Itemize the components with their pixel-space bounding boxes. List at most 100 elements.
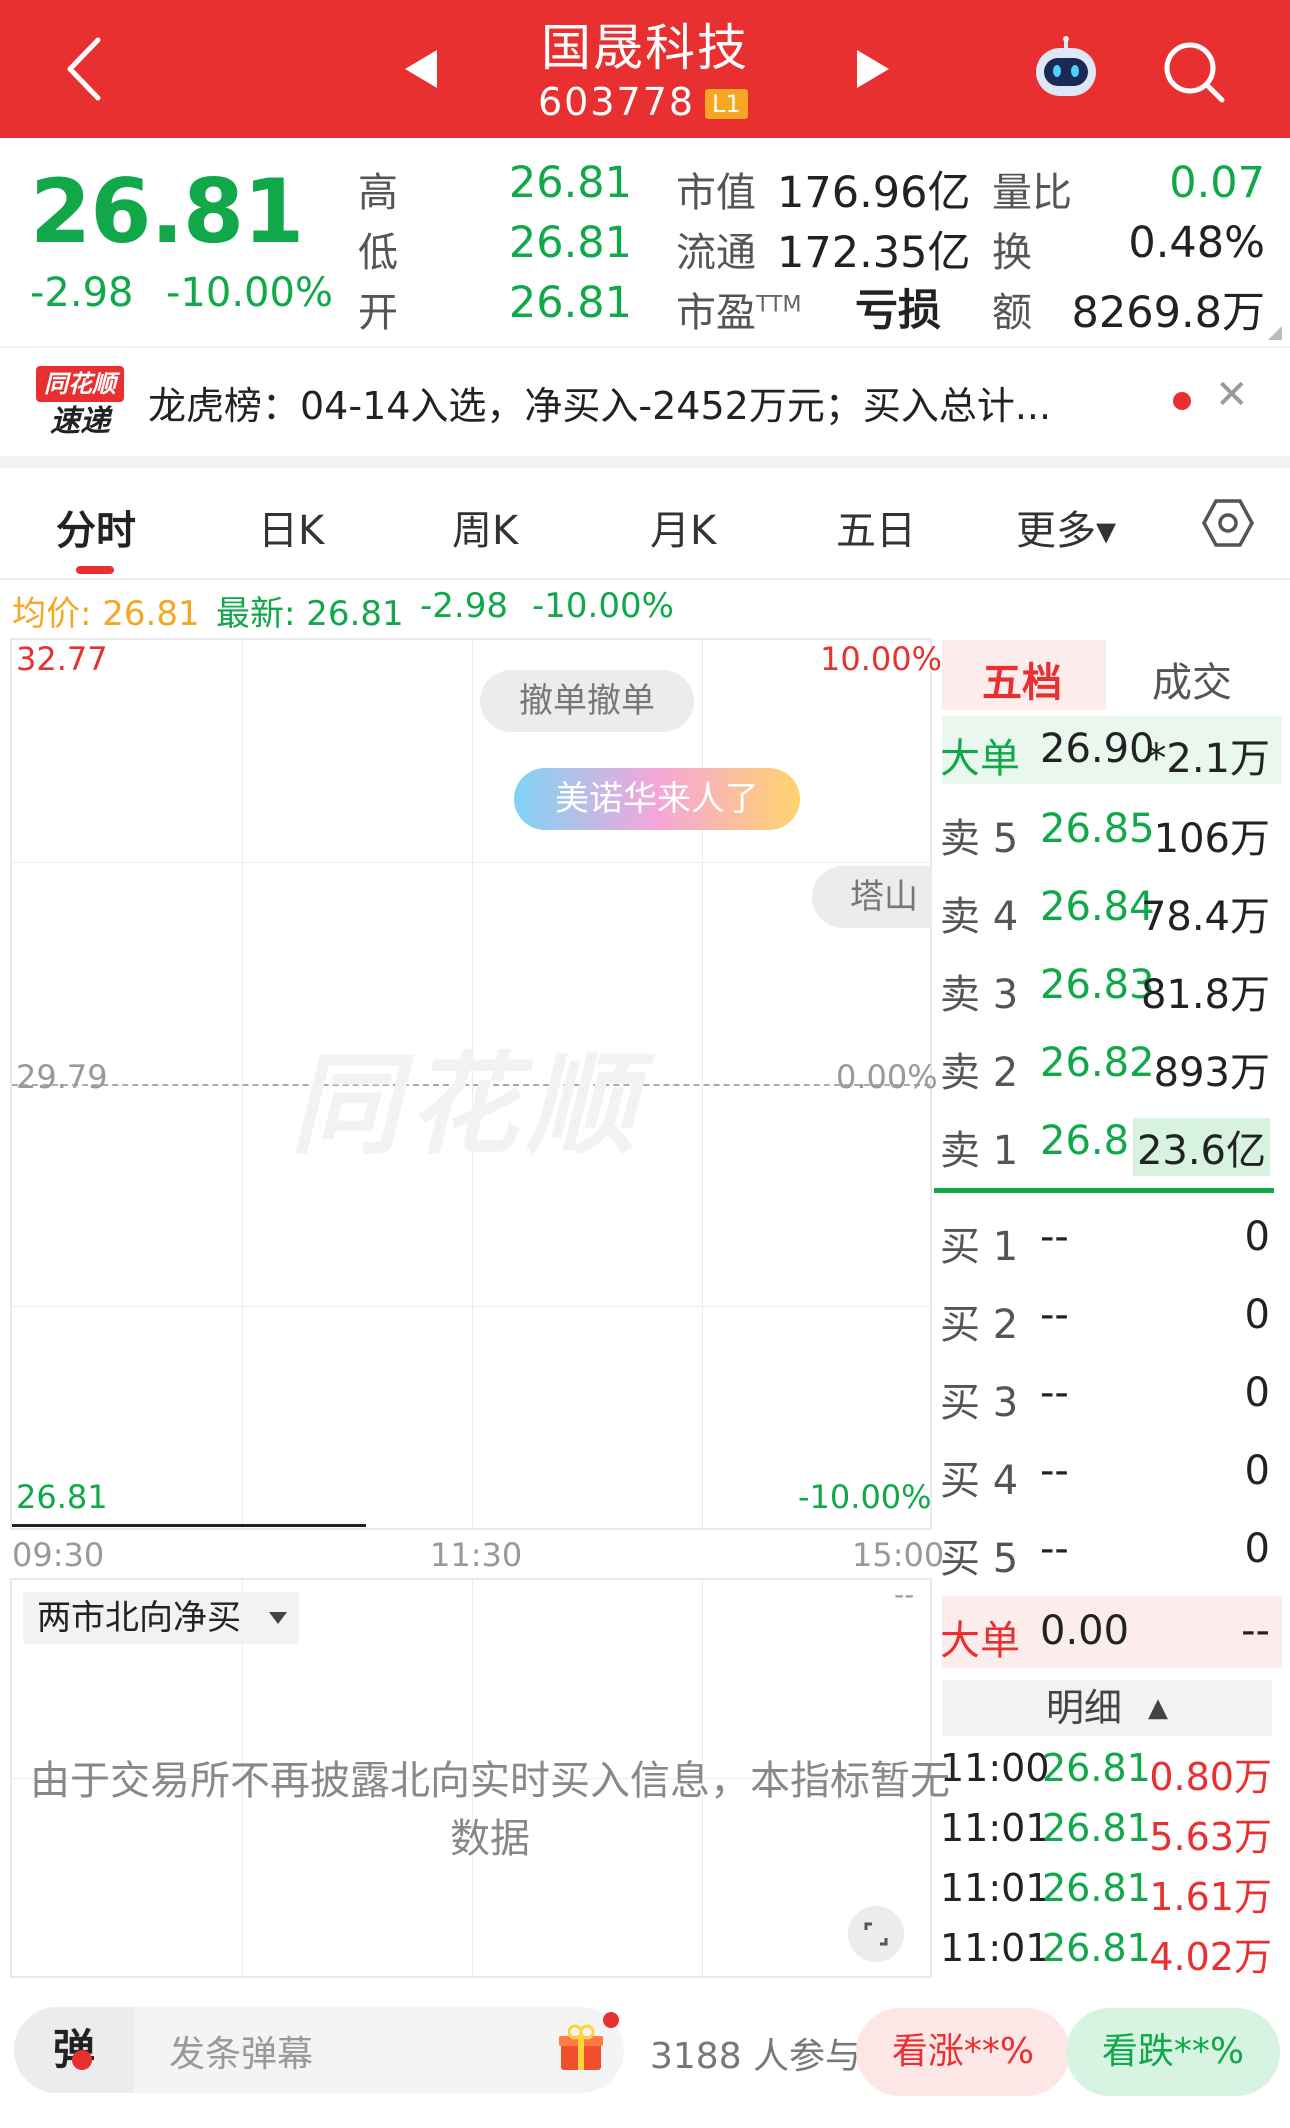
fullscreen-icon[interactable] (848, 1906, 904, 1962)
buy-price: -- (1040, 1370, 1069, 1416)
pe-label: 市盈TTM (676, 280, 801, 338)
close-icon[interactable]: ✕ (1215, 372, 1249, 418)
buy-price: -- (1040, 1214, 1069, 1260)
high-label: 高 (358, 170, 398, 216)
sell-price: 26.84 (1040, 884, 1155, 930)
y-mid-label: 29.79 (16, 1058, 108, 1096)
danmaku-bubble[interactable]: 撤单撤单 (480, 670, 694, 732)
danmaku-badge (72, 2050, 92, 2070)
big-sell-price: 26.90 (1040, 726, 1155, 772)
danmaku-input[interactable]: 弹 发条弹幕 (14, 2007, 624, 2093)
amount-value: 8269.8万 (1071, 288, 1265, 338)
buy-price: -- (1040, 1292, 1069, 1338)
robot-assistant-icon[interactable] (1030, 36, 1102, 102)
pct-bottom-label: -10.00% (798, 1478, 932, 1516)
expand-corner-icon[interactable] (1268, 326, 1282, 340)
buy-vol: 0 (1244, 1448, 1270, 1494)
search-icon[interactable] (1160, 38, 1226, 104)
buy-row: 买 2 -- 0 (940, 1292, 1280, 1352)
chart-settings-icon[interactable] (1202, 497, 1254, 549)
vote-fall-button[interactable]: 看跌**% (1066, 2008, 1280, 2096)
tab-intraday[interactable]: 分时 (56, 498, 136, 556)
price-line (12, 1524, 366, 1527)
trade-price: 26.81 (1042, 1866, 1151, 1910)
pct-mid-label: 0.00% (836, 1058, 938, 1096)
pe-value: 亏损 (855, 286, 941, 336)
gift-icon[interactable] (555, 2022, 607, 2074)
sell-row: 卖 3 26.83 81.8万 (940, 962, 1280, 1022)
turnover-value: 0.48% (1128, 218, 1265, 268)
big-sell-vol: *2.1万 (1146, 736, 1270, 782)
sell-label: 卖 2 (940, 1050, 1019, 1096)
buy-vol: 0 (1244, 1370, 1270, 1416)
buy-vol: 0 (1244, 1526, 1270, 1572)
amount-label: 额 (992, 290, 1032, 336)
news-logo: 同花顺 速递 (36, 366, 124, 439)
tab-monthly-k[interactable]: 月K (650, 498, 716, 556)
x-mid-label: 11:30 (430, 1536, 523, 1574)
tab-five-levels[interactable]: 五档 (982, 650, 1062, 708)
indicator-selector[interactable]: 两市北向净买 (23, 1592, 299, 1644)
tab-more[interactable]: 更多▾ (1016, 498, 1116, 556)
back-arrow-icon[interactable] (60, 36, 108, 102)
tab-five-day[interactable]: 五日 (836, 498, 916, 556)
trade-price: 26.81 (1042, 1926, 1151, 1970)
sell-row: 卖 5 26.85 106万 (940, 806, 1280, 866)
danmaku-bubble[interactable]: 美诺华来人了 (514, 768, 800, 830)
float-cap-label: 流通 (676, 230, 756, 276)
sell-label: 卖 4 (940, 894, 1019, 940)
next-stock-icon[interactable] (857, 50, 889, 88)
buy-label: 买 1 (940, 1224, 1019, 1270)
detail-toggle[interactable]: 明细 ▲ (942, 1680, 1272, 1736)
trade-row: 11:00 26.81 0.80万 (940, 1746, 1280, 1804)
float-cap-value: 172.35亿 (777, 228, 971, 278)
indicator-value: -- (894, 1578, 915, 1611)
trade-price: 26.81 (1042, 1746, 1151, 1790)
sell-vol: 78.4万 (1140, 894, 1270, 940)
pe-ttm-sup: TTM (756, 292, 802, 318)
buy-row: 买 5 -- 0 (940, 1526, 1280, 1586)
tab-daily-k[interactable]: 日K (258, 498, 324, 556)
sell-vol: 106万 (1153, 816, 1270, 862)
sell-price: 26.83 (1040, 962, 1155, 1008)
pe-label-text: 市盈 (676, 290, 756, 336)
buy-row: 买 1 -- 0 (940, 1214, 1280, 1274)
grid-line (12, 1306, 930, 1307)
trade-time: 11:01 (940, 1866, 1050, 1910)
news-ticker-text[interactable]: 龙虎榜：04-14入选，净买入-2452万元；买入总计... (148, 375, 1148, 430)
high-value: 26.81 (508, 158, 632, 208)
stock-name: 国晟科技 (541, 19, 749, 77)
tabs-divider (0, 578, 1290, 580)
sell-row: 卖 2 26.82 893万 (940, 1040, 1280, 1100)
news-logo-bottom: 速递 (50, 404, 110, 439)
trade-vol: 0.80万 (1149, 1755, 1272, 1799)
low-label: 低 (358, 230, 398, 276)
low-value: 26.81 (508, 218, 632, 268)
book-divider (934, 1188, 1274, 1193)
buy-row: 买 3 -- 0 (940, 1370, 1280, 1430)
buy-label: 买 5 (940, 1536, 1019, 1582)
market-cap-label: 市值 (676, 170, 756, 216)
big-sell-label: 大单 (940, 736, 1020, 782)
danmaku-bubble[interactable]: 塔山 (812, 866, 932, 928)
sell-row: 卖 4 26.84 78.4万 (940, 884, 1280, 944)
stock-code: 603778 (538, 80, 696, 124)
x-start-label: 09:30 (12, 1536, 105, 1574)
tab-trades[interactable]: 成交 (1152, 650, 1232, 708)
trade-time: 11:00 (940, 1746, 1050, 1790)
sell-vol: 23.6亿 (1132, 1118, 1270, 1176)
current-price: 26.81 (30, 160, 304, 263)
vote-rise-button[interactable]: 看涨**% (856, 2008, 1070, 2096)
big-buy-vol: -- (1241, 1608, 1270, 1654)
buy-label: 买 2 (940, 1302, 1019, 1348)
trade-row: 11:01 26.81 1.61万 (940, 1866, 1280, 1924)
trade-time: 11:01 (940, 1806, 1050, 1850)
caret-up-icon: ▲ (1148, 1693, 1168, 1723)
tab-weekly-k[interactable]: 周K (452, 498, 518, 556)
sell-label: 卖 1 (940, 1128, 1019, 1174)
danmaku-toggle[interactable]: 弹 (14, 2007, 134, 2093)
prev-stock-icon[interactable] (405, 50, 437, 88)
big-buy-label: 大单 (940, 1618, 1020, 1664)
dropdown-icon (269, 1612, 287, 1624)
sell-price: 26.82 (1040, 1040, 1155, 1086)
